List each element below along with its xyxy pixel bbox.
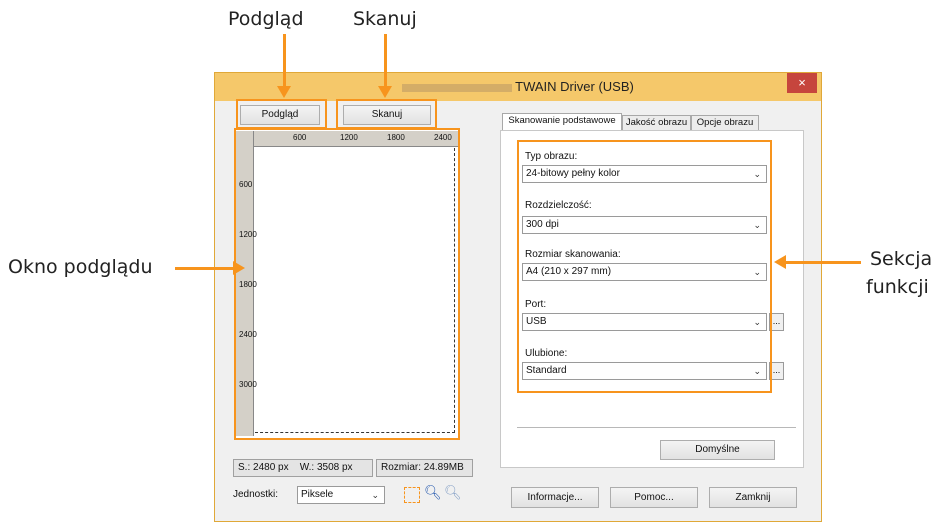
arrow-head [378, 86, 392, 98]
redacted-model [402, 83, 513, 92]
tab-image-options[interactable]: Opcje obrazu [691, 115, 759, 131]
arrow-head [233, 261, 245, 275]
selection-tool-icon[interactable] [404, 487, 420, 503]
status-dimensions: S.: 2480 px W.: 3508 px [233, 459, 373, 477]
chevron-down-icon: ⌄ [371, 490, 379, 500]
divider [517, 427, 796, 428]
window-title: TWAIN Driver (USB) [215, 79, 821, 94]
status-size: Rozmiar: 24.89MB [376, 459, 473, 477]
tab-basic-scan[interactable]: Skanowanie podstawowe [502, 113, 622, 131]
annotation-function-section-2: funkcji [866, 276, 929, 298]
close-window-button[interactable]: × [787, 73, 817, 93]
annotation-preview: Podgląd [228, 8, 304, 30]
annotation-function-section-1: Sekcja [870, 248, 933, 270]
arrow-line [175, 267, 235, 270]
zoom-in-icon[interactable]: 🔍︎ [424, 484, 442, 501]
highlight-function-section [517, 140, 772, 393]
help-button[interactable]: Pomoc... [610, 487, 698, 508]
arrow-line [384, 34, 387, 88]
annotation-preview-window: Okno podglądu [8, 256, 153, 278]
arrow-line [283, 34, 286, 88]
arrow-head [277, 86, 291, 98]
tab-image-quality[interactable]: Jakość obrazu [622, 115, 691, 131]
defaults-button[interactable]: Domyślne [660, 440, 775, 460]
close-button[interactable]: Zamknij [709, 487, 797, 508]
highlight-preview-button [236, 99, 327, 129]
arrow-line [786, 261, 861, 264]
units-select[interactable]: Piksele ⌄ [297, 486, 385, 504]
zoom-out-icon[interactable]: 🔍︎ [444, 484, 462, 501]
highlight-scan-button [336, 99, 437, 129]
annotation-scan: Skanuj [353, 8, 417, 30]
highlight-preview-window [234, 128, 460, 440]
title-bar: TWAIN Driver (USB) × [215, 73, 821, 101]
arrow-head [774, 255, 786, 269]
info-button[interactable]: Informacje... [511, 487, 599, 508]
units-label: Jednostki: [233, 489, 279, 500]
